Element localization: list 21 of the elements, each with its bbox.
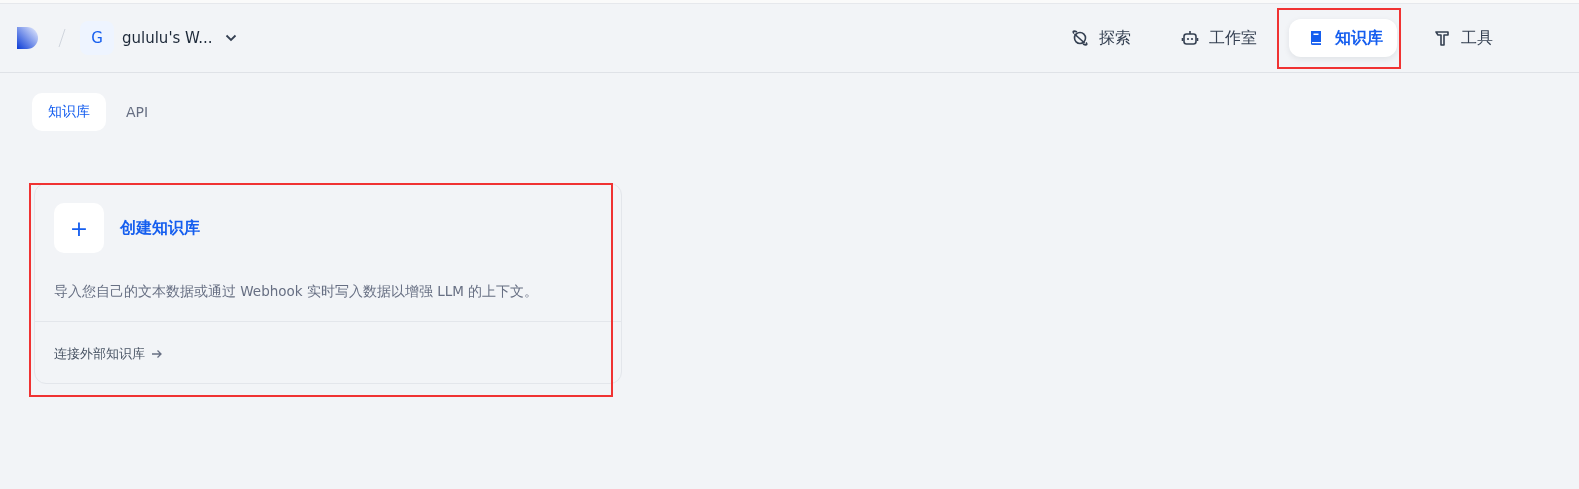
logo-icon[interactable]: [16, 26, 40, 50]
separator-icon: [58, 28, 66, 48]
robot-icon: [1181, 29, 1199, 47]
nav-tab[interactable]: 知识库: [1289, 19, 1397, 57]
tab[interactable]: API: [110, 93, 165, 131]
arrow-right-icon: [151, 348, 163, 360]
workspace-avatar: G: [80, 21, 114, 55]
chevron-down-icon: [224, 34, 237, 42]
hammer-icon: [1433, 29, 1451, 47]
card-description: 导入您自己的文本数据或通过 Webhook 实时写入数据以增强 LLM 的上下文。: [54, 283, 540, 301]
create-card[interactable]: + 创建知识库 导入您自己的文本数据或通过 Webhook 实时写入数据以增强 LLM 的上下文。 连接外部知识库: [34, 183, 622, 384]
nav-tab[interactable]: 工具: [1415, 19, 1507, 57]
card-title: 创建知识库: [120, 217, 200, 239]
workspace-selector[interactable]: G gululu's W...: [80, 21, 237, 55]
nav-tab[interactable]: 探索: [1053, 19, 1145, 57]
workspace-name: gululu's W...: [122, 29, 213, 47]
planet-icon: [1071, 29, 1089, 47]
tab[interactable]: 知识库: [32, 93, 106, 131]
external-link[interactable]: 连接外部知识库: [54, 345, 163, 363]
plus-icon: +: [54, 203, 104, 253]
nav-tab[interactable]: 工作室: [1163, 19, 1271, 57]
